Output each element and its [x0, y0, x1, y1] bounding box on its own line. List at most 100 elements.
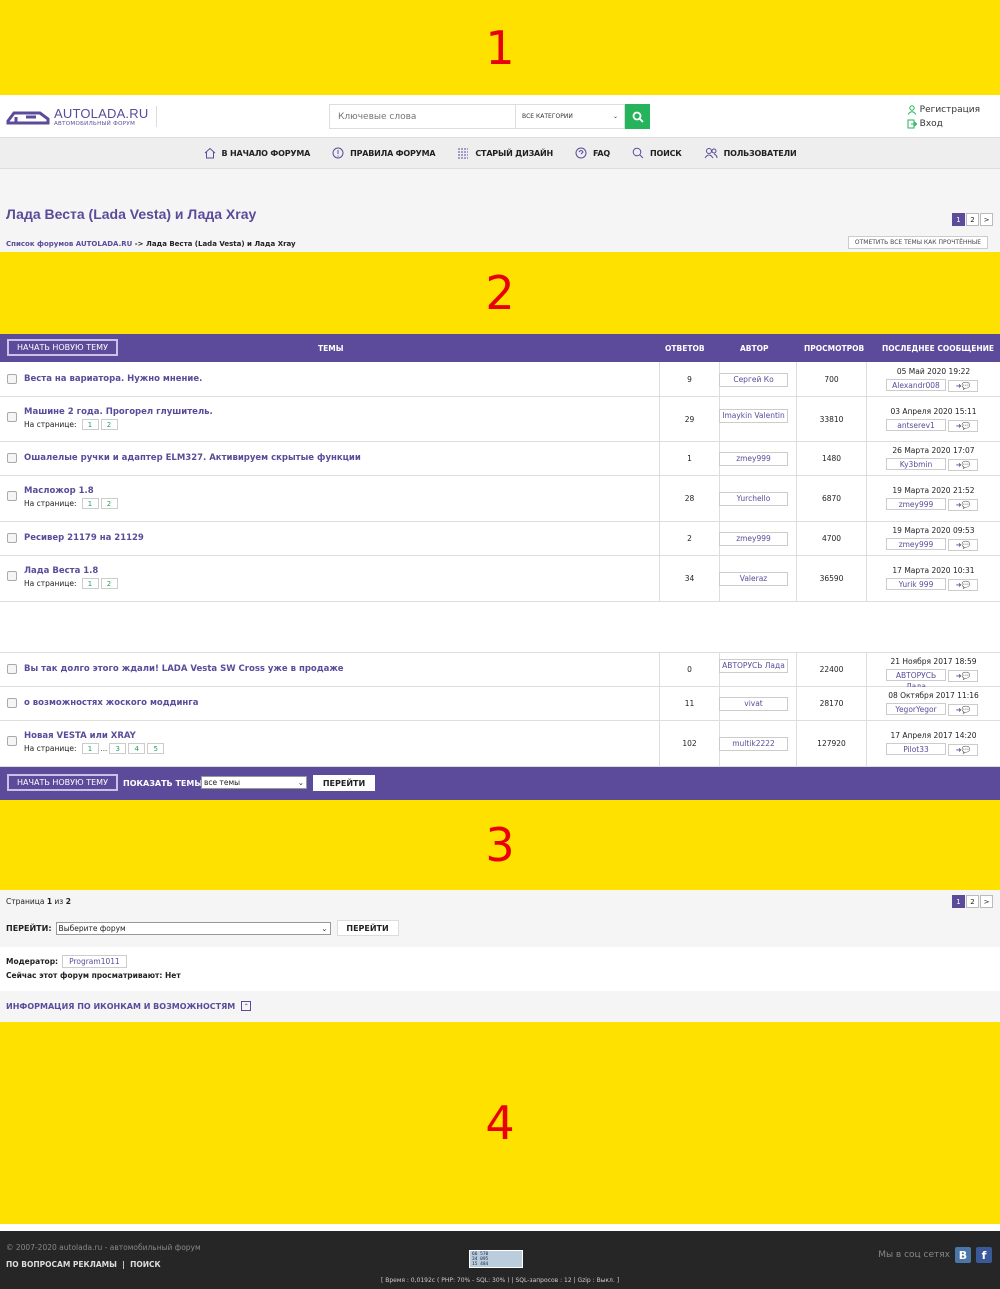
nav-home[interactable]: В НАЧАЛО ФОРУМА	[204, 147, 310, 159]
ad-banner-4[interactable]: 4	[0, 1022, 1000, 1224]
go-to-last-post-icon[interactable]: ➜💬	[948, 744, 978, 756]
topic-page-link[interactable]: 1	[81, 578, 99, 589]
moderator-name[interactable]: Program1011	[62, 955, 127, 968]
topic-author[interactable]: Valeraz	[719, 572, 788, 586]
last-post-user[interactable]: YegorYegor	[886, 703, 946, 715]
topic-page-link[interactable]: 1	[81, 419, 99, 430]
view-count: 4700	[821, 534, 842, 543]
go-to-last-post-icon[interactable]: ➜💬	[948, 539, 978, 551]
ad-banner-1[interactable]: 1	[0, 0, 1000, 95]
topic-page-link[interactable]: 5	[147, 743, 165, 754]
topic-status-icon	[7, 533, 17, 543]
topic-title[interactable]: Вы так долго этого ждали! LADA Vesta SW …	[24, 664, 344, 674]
page-button[interactable]: 2	[966, 895, 979, 908]
pagination-bottom: 1 2 >	[951, 895, 993, 908]
register-link[interactable]: Регистрация	[907, 103, 980, 117]
topic-title[interactable]: о возможностях жоского моддинга	[24, 698, 199, 708]
go-button[interactable]: ПЕРЕЙТИ	[313, 775, 375, 791]
search-icon	[632, 111, 644, 123]
breadcrumb-root[interactable]: Список форумов AUTOLADA.RU	[6, 240, 132, 248]
next-page-button[interactable]: >	[980, 213, 993, 226]
new-topic-button[interactable]: НАЧАТЬ НОВУЮ ТЕМУ	[7, 774, 118, 791]
go-to-last-post-icon[interactable]: ➜💬	[948, 459, 978, 471]
topic-author[interactable]: zmey999	[719, 532, 788, 546]
topic-author[interactable]: Сергей Ко	[719, 372, 788, 387]
go-to-last-post-icon[interactable]: ➜💬	[948, 579, 978, 591]
last-post-user[interactable]: zmey999	[886, 498, 946, 510]
topic-page-link[interactable]: 2	[100, 578, 118, 589]
go-to-last-post-icon[interactable]: ➜💬	[948, 499, 978, 511]
logo[interactable]: AUTOLADA.RU АВТОМОБИЛЬНЫЙ ФОРУМ	[6, 106, 158, 127]
topic-title[interactable]: Масложор 1.8	[24, 486, 94, 496]
go-to-last-post-icon[interactable]: ➜💬	[948, 420, 978, 432]
login-link[interactable]: Вход	[907, 117, 980, 131]
mark-read-button[interactable]: ОТМЕТИТЬ ВСЕ ТЕМЫ КАК ПРОЧТЁННЫЕ	[847, 236, 988, 249]
go-to-last-post-icon[interactable]: ➜💬	[948, 704, 978, 716]
table-row: Веста на вариатора. Нужно мнение. 9 Сергей…	[0, 362, 1000, 397]
page-button[interactable]: 1	[952, 213, 965, 226]
new-topic-button[interactable]: НАЧАТЬ НОВУЮ ТЕМУ	[7, 339, 118, 356]
ads-link[interactable]: ПО ВОПРОСАМ РЕКЛАМЫ	[6, 1260, 117, 1269]
jump-go-button[interactable]: ПЕРЕЙТИ	[336, 920, 399, 936]
topic-title[interactable]: Новая VESTA или XRAY	[24, 731, 136, 741]
topic-author[interactable]: zmey999	[719, 452, 788, 466]
topic-title[interactable]: Ресивер 21179 на 21129	[24, 533, 144, 543]
show-topics-select[interactable]: все темы ⌄	[201, 776, 307, 789]
jump-select[interactable]: Выберите форум ⌄	[55, 921, 331, 935]
nav-old-design[interactable]: СТАРЫЙ ДИЗАЙН	[457, 147, 553, 159]
search-input[interactable]	[329, 104, 515, 129]
page-button[interactable]: 1	[952, 895, 965, 908]
last-post-user[interactable]: Pilot33	[886, 743, 946, 755]
last-post-user[interactable]: Alexandr008	[886, 379, 946, 391]
facebook-icon[interactable]: f	[976, 1247, 992, 1263]
category-select[interactable]: ВСЕ КАТЕГОРИИ ⌄	[515, 104, 625, 129]
topic-title[interactable]: Лада Веста 1.8	[24, 566, 98, 576]
last-post-user[interactable]: Yurik 999	[886, 578, 946, 590]
user-icon	[907, 105, 917, 115]
col-views: ПРОСМОТРОВ	[804, 344, 865, 353]
nav-users[interactable]: ПОЛЬЗОВАТЕЛИ	[704, 147, 797, 159]
search-button[interactable]	[625, 104, 650, 129]
last-post-user[interactable]: Ky3bmin	[886, 458, 946, 470]
topic-page-link[interactable]: 3	[109, 743, 127, 754]
topic-page-link[interactable]: 4	[128, 743, 146, 754]
footer-search-link[interactable]: ПОИСК	[130, 1260, 161, 1269]
jump-bar: ПЕРЕЙТИ: Выберите форум ⌄ ПЕРЕЙТИ	[6, 920, 399, 936]
topic-title[interactable]: Машине 2 года. Прогорел глушитель.	[24, 407, 213, 417]
topic-author[interactable]: Yurchello	[719, 492, 788, 506]
topic-title[interactable]: Веста на вариатора. Нужно мнение.	[24, 374, 202, 384]
topic-author[interactable]: Imaykin Valentin	[719, 408, 788, 423]
nav-search[interactable]: ПОИСК	[632, 147, 682, 159]
last-post-user[interactable]: antserev1	[886, 419, 946, 431]
topic-title[interactable]: Ошалелые ручки и адаптер ELM327. Активир…	[24, 453, 361, 463]
nav-rules[interactable]: ПРАВИЛА ФОРУМА	[332, 147, 436, 159]
next-page-button[interactable]: >	[980, 895, 993, 908]
topic-page-link[interactable]: 2	[100, 419, 118, 430]
vk-icon[interactable]: В	[955, 1247, 971, 1263]
nav-faq[interactable]: FAQ	[575, 147, 610, 159]
last-post-user[interactable]: АВТОРУСЬ Лада	[886, 669, 946, 691]
topic-page-link[interactable]: 1	[81, 743, 99, 754]
ad-banner-3[interactable]: 3	[0, 800, 1000, 890]
page-button[interactable]: 2	[966, 213, 979, 226]
topic-author[interactable]: АВТОРУСЬ Лада	[719, 659, 788, 673]
chevron-down-icon: ⌄	[321, 923, 328, 933]
go-to-last-post-icon[interactable]: ➜💬	[948, 670, 978, 682]
icon-info-label: ИНФОРМАЦИЯ ПО ИКОНКАМ И ВОЗМОЖНОСТЯМ	[6, 1001, 236, 1011]
nav-old-design-label: СТАРЫЙ ДИЗАЙН	[475, 148, 554, 158]
view-count: 700	[824, 374, 839, 384]
viewing-status: Сейчас этот форум просматривают: Нет	[6, 971, 181, 980]
last-post-user[interactable]: zmey999	[886, 538, 946, 550]
reply-count: 29	[684, 414, 695, 424]
topic-author[interactable]: multik2222	[719, 737, 788, 751]
topic-page-link[interactable]: 1	[81, 498, 99, 509]
topic-page-link[interactable]: 2	[100, 498, 118, 509]
go-to-last-post-icon[interactable]: ➜💬	[948, 380, 978, 392]
col-replies: ОТВЕТОВ	[665, 344, 705, 353]
topic-author[interactable]: vivat	[719, 697, 788, 711]
ad-banner-2[interactable]: 2	[0, 252, 1000, 334]
icon-info-toggle[interactable]: ИНФОРМАЦИЯ ПО ИКОНКАМ И ВОЗМОЖНОСТЯМ ⌃	[6, 1001, 252, 1011]
reply-count: 9	[687, 374, 692, 384]
visit-counter[interactable]: 66 570 34 095 15 484	[469, 1250, 523, 1268]
table-row: о возможностях жоского моддинга 11 vivat 28…	[0, 687, 1000, 721]
